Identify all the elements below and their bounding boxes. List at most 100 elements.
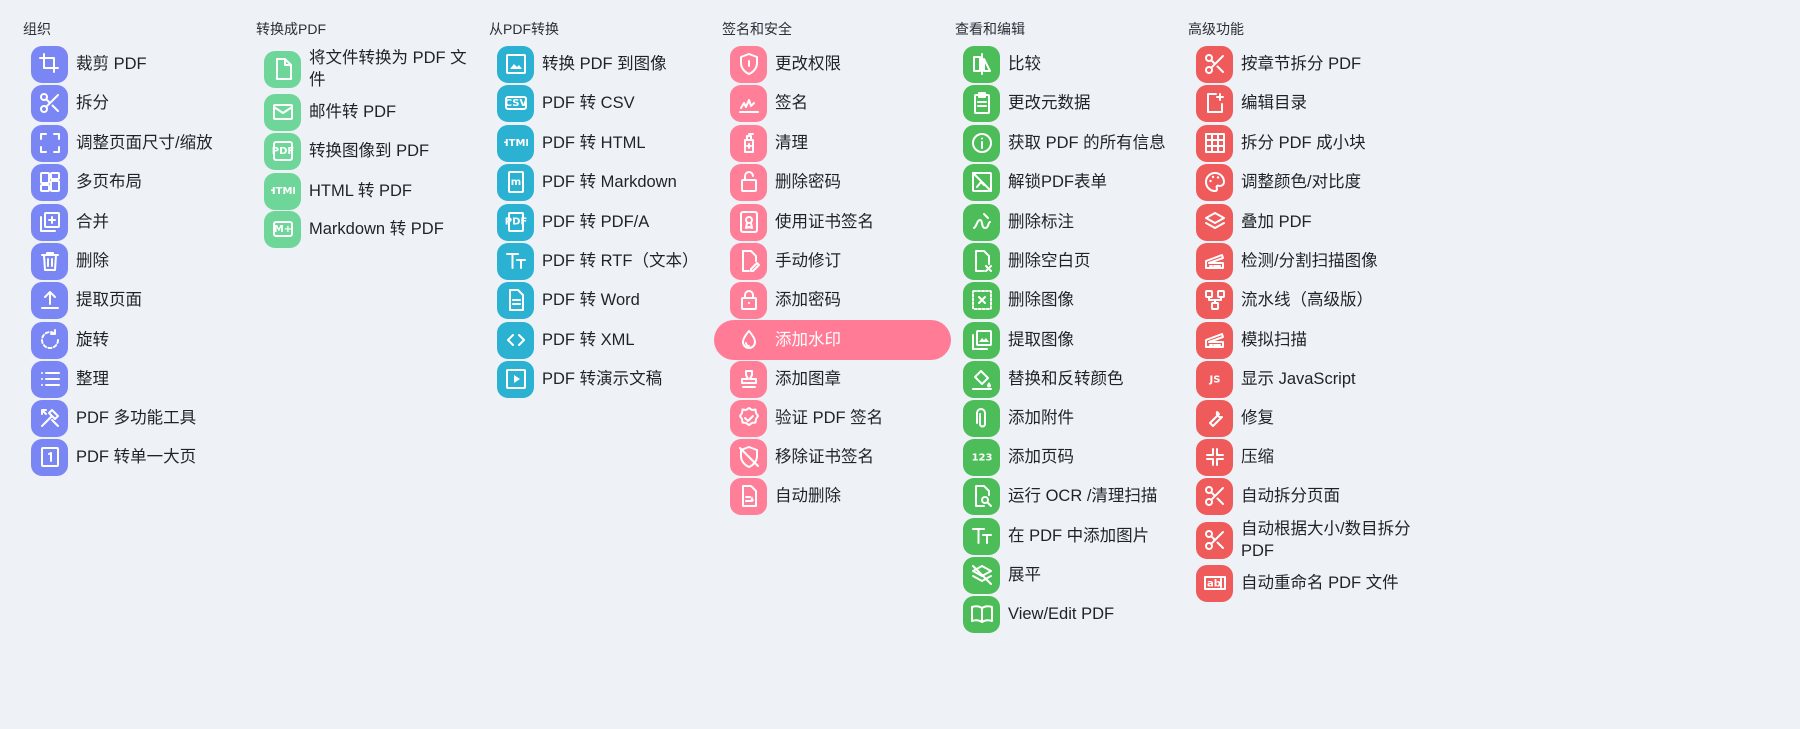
- tool-item-convert_from-0[interactable]: 转换 PDF 到图像: [481, 44, 718, 84]
- tool-item-security-1[interactable]: 签名: [714, 83, 951, 123]
- tool-item-convert_to-3[interactable]: HTML HTML 转 PDF: [248, 171, 485, 211]
- tool-item-organize-4[interactable]: 合并: [15, 202, 252, 242]
- tool-item-edit-10[interactable]: 123 添加页码: [947, 437, 1184, 477]
- tool-label: 压缩: [1241, 448, 1274, 466]
- tool-item-organize-1[interactable]: 拆分: [15, 83, 252, 123]
- tool-item-advanced-7[interactable]: 模拟扫描: [1180, 320, 1417, 360]
- tool-item-organize-2[interactable]: 调整页面尺寸/缩放: [15, 123, 252, 163]
- tool-item-edit-0[interactable]: 比较: [947, 44, 1184, 84]
- tool-item-organize-6[interactable]: 提取页面: [15, 280, 252, 320]
- tool-item-convert_from-4[interactable]: PDF PDF 转 PDF/A: [481, 202, 718, 242]
- tool-item-advanced-6[interactable]: 流水线（高级版）: [1180, 280, 1417, 320]
- tool-item-edit-5[interactable]: 删除空白页: [947, 241, 1184, 281]
- blank-page-icon: [963, 242, 1000, 280]
- tool-item-edit-12[interactable]: 在 PDF 中添加图片: [947, 516, 1184, 556]
- tool-item-advanced-8[interactable]: JS 显示 JavaScript: [1180, 359, 1417, 399]
- document-icon: [497, 281, 534, 319]
- scissors-icon: [31, 84, 68, 122]
- tool-item-organize-7[interactable]: 旋转: [15, 320, 252, 360]
- tool-label: PDF 多功能工具: [76, 409, 197, 427]
- tool-item-edit-13[interactable]: 展平: [947, 555, 1184, 595]
- compress-icon: [1196, 438, 1233, 476]
- tool-item-advanced-5[interactable]: 检测/分割扫描图像: [1180, 241, 1417, 281]
- tool-item-edit-7[interactable]: 提取图像: [947, 320, 1184, 360]
- tool-item-organize-0[interactable]: 裁剪 PDF: [15, 44, 252, 84]
- tool-item-convert_from-8[interactable]: PDF 转演示文稿: [481, 359, 718, 399]
- tool-item-convert_to-4[interactable]: M+ Markdown 转 PDF: [248, 209, 485, 249]
- slideshow-icon: [497, 360, 534, 398]
- markdown-icon: M+: [264, 210, 301, 248]
- tool-label: 自动拆分页面: [1241, 487, 1340, 505]
- tool-label: Markdown 转 PDF: [309, 220, 444, 238]
- pdf-image-icon: PDF: [264, 132, 301, 170]
- svg-text:PDF: PDF: [271, 146, 293, 157]
- tool-item-security-9[interactable]: 验证 PDF 签名: [714, 398, 951, 438]
- tool-item-edit-2[interactable]: 获取 PDF 的所有信息: [947, 123, 1184, 163]
- tool-item-edit-6[interactable]: 删除图像: [947, 280, 1184, 320]
- tool-item-organize-8[interactable]: 整理: [15, 359, 252, 399]
- format-color-fill-icon: [963, 360, 1000, 398]
- tool-item-advanced-10[interactable]: 压缩: [1180, 437, 1417, 477]
- tool-item-security-10[interactable]: 移除证书签名: [714, 437, 951, 477]
- tool-item-advanced-2[interactable]: 拆分 PDF 成小块: [1180, 123, 1417, 163]
- tool-item-advanced-4[interactable]: 叠加 PDF: [1180, 202, 1417, 242]
- tool-item-organize-9[interactable]: PDF 多功能工具: [15, 398, 252, 438]
- tool-item-organize-10[interactable]: PDF 转单一大页: [15, 437, 252, 477]
- tool-label: 邮件转 PDF: [309, 103, 397, 121]
- javascript-icon: JS: [1196, 360, 1233, 398]
- clipboard-icon: [963, 84, 1000, 122]
- tool-item-organize-3[interactable]: 多页布局: [15, 162, 252, 202]
- tool-item-convert_to-0[interactable]: 将文件转换为 PDF 文件: [248, 49, 485, 89]
- tool-item-convert_from-5[interactable]: PDF 转 RTF（文本）: [481, 241, 718, 281]
- tool-item-convert_to-1[interactable]: 邮件转 PDF: [248, 92, 485, 132]
- tool-item-convert_to-2[interactable]: PDF 转换图像到 PDF: [248, 131, 485, 171]
- image-icon: [497, 45, 534, 83]
- svg-text:M+: M+: [273, 224, 291, 235]
- attachment-icon: [963, 399, 1000, 437]
- tool-item-security-3[interactable]: 删除密码: [714, 162, 951, 202]
- tool-label: PDF 转 CSV: [542, 94, 635, 112]
- tool-item-security-2[interactable]: 清理: [714, 123, 951, 163]
- tool-label: 旋转: [76, 331, 109, 349]
- markdown-doc-icon: m: [497, 163, 534, 201]
- tool-item-advanced-12[interactable]: 自动根据大小/数目拆分 PDF: [1180, 520, 1417, 560]
- tool-item-security-8[interactable]: 添加图章: [714, 359, 951, 399]
- tool-item-security-0[interactable]: 更改权限: [714, 44, 951, 84]
- tool-item-advanced-13[interactable]: ab 自动重命名 PDF 文件: [1180, 563, 1417, 603]
- tool-item-security-4[interactable]: 使用证书签名: [714, 202, 951, 242]
- tool-item-security-5[interactable]: 手动修订: [714, 241, 951, 281]
- tool-item-advanced-9[interactable]: 修复: [1180, 398, 1417, 438]
- tool-item-edit-3[interactable]: 解锁PDF表单: [947, 162, 1184, 202]
- tool-item-advanced-1[interactable]: 编辑目录: [1180, 83, 1417, 123]
- upload-icon: [31, 281, 68, 319]
- tool-item-edit-4[interactable]: 删除标注: [947, 202, 1184, 242]
- svg-text:CSV: CSV: [504, 98, 527, 109]
- tool-item-convert_from-1[interactable]: CSV PDF 转 CSV: [481, 83, 718, 123]
- tool-item-edit-9[interactable]: 添加附件: [947, 398, 1184, 438]
- tool-item-edit-11[interactable]: 运行 OCR /清理扫描: [947, 476, 1184, 516]
- tool-item-security-6[interactable]: 添加密码: [714, 280, 951, 320]
- tool-item-convert_from-2[interactable]: HTML PDF 转 HTML: [481, 123, 718, 163]
- tool-item-convert_from-6[interactable]: PDF 转 Word: [481, 280, 718, 320]
- grid-icon: [1196, 124, 1233, 162]
- tool-item-advanced-3[interactable]: 调整颜色/对比度: [1180, 162, 1417, 202]
- tool-item-edit-14[interactable]: View/Edit PDF: [947, 594, 1184, 634]
- tool-item-advanced-11[interactable]: 自动拆分页面: [1180, 476, 1417, 516]
- no-image-icon: [963, 163, 1000, 201]
- tool-item-security-11[interactable]: 自动删除: [714, 476, 951, 516]
- shield-icon: [730, 45, 767, 83]
- tool-item-organize-5[interactable]: 删除: [15, 241, 252, 281]
- build-icon: [1196, 399, 1233, 437]
- svg-text:HTML: HTML: [504, 138, 528, 149]
- tool-item-edit-8[interactable]: 替换和反转颜色: [947, 359, 1184, 399]
- tool-label: 运行 OCR /清理扫描: [1008, 487, 1158, 505]
- tool-item-advanced-0[interactable]: 按章节拆分 PDF: [1180, 44, 1417, 84]
- tool-item-edit-1[interactable]: 更改元数据: [947, 83, 1184, 123]
- dashboard-icon: [31, 163, 68, 201]
- tool-item-convert_from-3[interactable]: m PDF 转 Markdown: [481, 162, 718, 202]
- tool-label: 自动根据大小/数目拆分 PDF: [1241, 520, 1411, 560]
- tool-label: 拆分 PDF 成小块: [1241, 134, 1366, 152]
- tool-item-convert_from-7[interactable]: PDF 转 XML: [481, 320, 718, 360]
- ink-eraser-icon: [963, 203, 1000, 241]
- tool-item-security-7[interactable]: 添加水印: [714, 320, 951, 360]
